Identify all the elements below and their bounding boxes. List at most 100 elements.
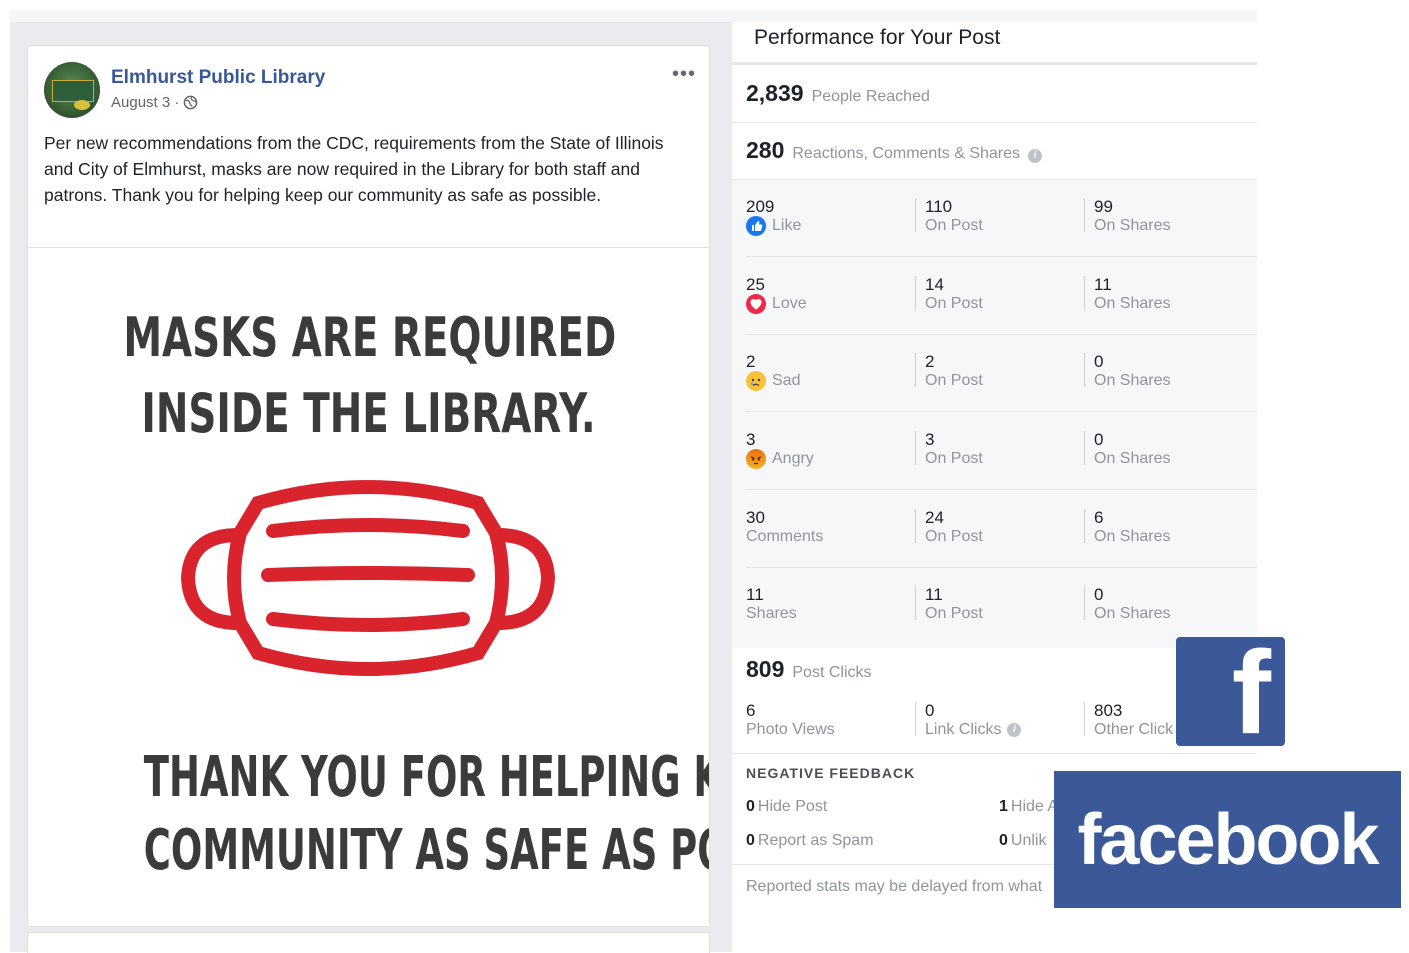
stats-footnote: Reported stats may be delayed from what xyxy=(746,878,1043,895)
next-post-edge xyxy=(27,932,710,953)
post-clicks-value: 809 xyxy=(746,656,785,682)
photo-views-label: Photo Views xyxy=(746,721,835,738)
like-icon xyxy=(746,216,766,236)
negative-feedback-title: NEGATIVE FEEDBACK xyxy=(746,765,916,781)
engagement-value: 280 xyxy=(746,137,785,163)
post-date[interactable]: August 3 · xyxy=(111,94,179,111)
love-on-post-label: On Post xyxy=(925,295,983,312)
hide-all-stat: 1 Hide A xyxy=(999,798,1058,816)
angry-on-post-label: On Post xyxy=(925,450,983,467)
love-on-post: 14 On Post xyxy=(915,275,983,312)
shares-total: 11 Shares xyxy=(746,586,797,624)
sign-line-4: COMMUNITY AS SAFE AS POSSIBLE. xyxy=(143,818,709,883)
angry-on-post: 3 On Post xyxy=(915,430,983,467)
shares-label: Shares xyxy=(746,605,797,622)
other-clicks-label: Other Click xyxy=(1094,721,1174,738)
title-rule xyxy=(732,62,1257,65)
sad-on-post-value: 2 xyxy=(925,352,935,371)
facebook-wordmark-logo: facebook xyxy=(1054,771,1401,908)
facebook-wordmark-text: facebook xyxy=(1077,799,1379,880)
shares-row: 11 Shares 11 On Post 0 On Shares xyxy=(732,568,1257,645)
comments-on-post: 24 On Post xyxy=(915,508,983,545)
photo-views: 6 Photo Views xyxy=(746,702,835,740)
shares-total-value: 11 xyxy=(746,585,764,604)
like-total: 209 Like xyxy=(746,198,801,236)
like-total-value: 209 xyxy=(746,197,775,216)
angry-label: Angry xyxy=(772,450,814,467)
love-total: 25 Love xyxy=(746,276,807,314)
angry-total-value: 3 xyxy=(746,430,756,449)
link-clicks-label: Link Clicks xyxy=(925,721,1002,738)
comments-on-post-label: On Post xyxy=(925,528,983,545)
love-on-shares-label: On Shares xyxy=(1094,295,1171,312)
sad-total-value: 2 xyxy=(746,352,756,371)
page-name-link[interactable]: Elmhurst Public Library xyxy=(111,67,325,89)
love-total-value: 25 xyxy=(746,275,765,294)
love-on-post-value: 14 xyxy=(925,275,944,294)
globe-icon xyxy=(184,95,198,110)
post-clicks-label: Post Clicks xyxy=(792,664,872,681)
unlike-stat: 0 Unlik xyxy=(999,832,1046,850)
spam-label: Report as Spam xyxy=(757,832,874,849)
insights-title: Performance for Your Post xyxy=(754,26,1001,49)
shares-on-post: 11 On Post xyxy=(915,585,983,622)
comments-label: Comments xyxy=(746,528,824,545)
like-on-shares-label: On Shares xyxy=(1094,217,1171,234)
info-icon[interactable]: i xyxy=(1007,723,1022,737)
people-reached: 2,839 People Reached xyxy=(746,80,930,107)
shares-on-post-value: 11 xyxy=(925,585,943,604)
link-clicks: 0 Link Clicks i xyxy=(915,701,1022,738)
facebook-f-letter: f xyxy=(1231,637,1271,746)
reaction-row-sad: 2 Sad 2 On Post 0 On Shares xyxy=(732,335,1257,412)
comments-total-value: 30 xyxy=(746,508,765,527)
comments-on-post-value: 24 xyxy=(925,508,944,527)
sad-on-shares-value: 0 xyxy=(1094,352,1104,371)
comments-total: 30 Comments xyxy=(746,509,823,547)
engagement: 280 Reactions, Comments & Shares i xyxy=(746,137,1043,164)
hide-post-value: 0 xyxy=(746,798,755,815)
sad-on-post: 2 On Post xyxy=(915,352,983,389)
hide-post-label: Hide Post xyxy=(757,798,828,815)
face-mask-icon xyxy=(180,480,556,676)
unlike-label: Unlik xyxy=(1010,832,1047,849)
shares-on-shares-value: 0 xyxy=(1094,585,1104,604)
hide-post-stat: 0 Hide Post xyxy=(746,798,827,816)
top-strip xyxy=(10,10,1257,22)
post-image[interactable]: MASKS ARE REQUIRED INSIDE THE LIBRARY. T… xyxy=(28,248,709,926)
reactions-grid: 209 Like 110 On Post 99 On Shares 25 Lov… xyxy=(732,180,1257,648)
photo-views-value: 6 xyxy=(746,701,756,720)
facebook-f-logo: f xyxy=(1176,637,1285,746)
love-on-shares: 11 On Shares xyxy=(1084,275,1170,312)
hide-all-label: Hide A xyxy=(1010,798,1059,815)
like-on-post-value: 110 xyxy=(925,197,953,216)
like-on-post: 110 On Post xyxy=(915,197,983,234)
post-meta: August 3 · xyxy=(111,94,198,111)
angry-on-shares-value: 0 xyxy=(1094,430,1104,449)
reaction-row-angry: 3 Angry 3 On Post 0 On Shares xyxy=(732,413,1257,490)
angry-on-shares: 0 On Shares xyxy=(1084,430,1170,467)
sad-label: Sad xyxy=(772,372,801,389)
like-on-shares: 99 On Shares xyxy=(1084,198,1170,234)
angry-on-post-value: 3 xyxy=(925,430,935,449)
hide-all-value: 1 xyxy=(999,798,1008,815)
like-on-post-label: On Post xyxy=(925,217,983,234)
engagement-label: Reactions, Comments & Shares xyxy=(792,145,1021,162)
people-reached-value: 2,839 xyxy=(746,80,804,106)
comments-on-shares: 6 On Shares xyxy=(1084,509,1170,545)
shares-on-post-label: On Post xyxy=(925,605,983,622)
sad-total: 2 Sad xyxy=(746,353,800,391)
link-clicks-value: 0 xyxy=(925,701,935,720)
rule xyxy=(732,122,1257,123)
shares-on-shares: 0 On Shares xyxy=(1084,585,1170,622)
comments-row: 30 Comments 24 On Post 6 On Shares xyxy=(732,491,1257,568)
love-on-shares-value: 11 xyxy=(1094,275,1112,294)
other-clicks: 803 Other Click xyxy=(1084,702,1173,738)
info-icon[interactable]: i xyxy=(1028,149,1043,163)
shares-on-shares-label: On Shares xyxy=(1094,605,1171,622)
heart-icon xyxy=(746,294,766,314)
avatar[interactable] xyxy=(44,62,100,118)
people-reached-label: People Reached xyxy=(811,88,930,105)
sign-line-3: THANK YOU FOR HELPING KEEP OUR xyxy=(143,745,709,810)
comments-on-shares-label: On Shares xyxy=(1094,528,1171,545)
more-options-icon[interactable]: ••• xyxy=(672,64,696,84)
